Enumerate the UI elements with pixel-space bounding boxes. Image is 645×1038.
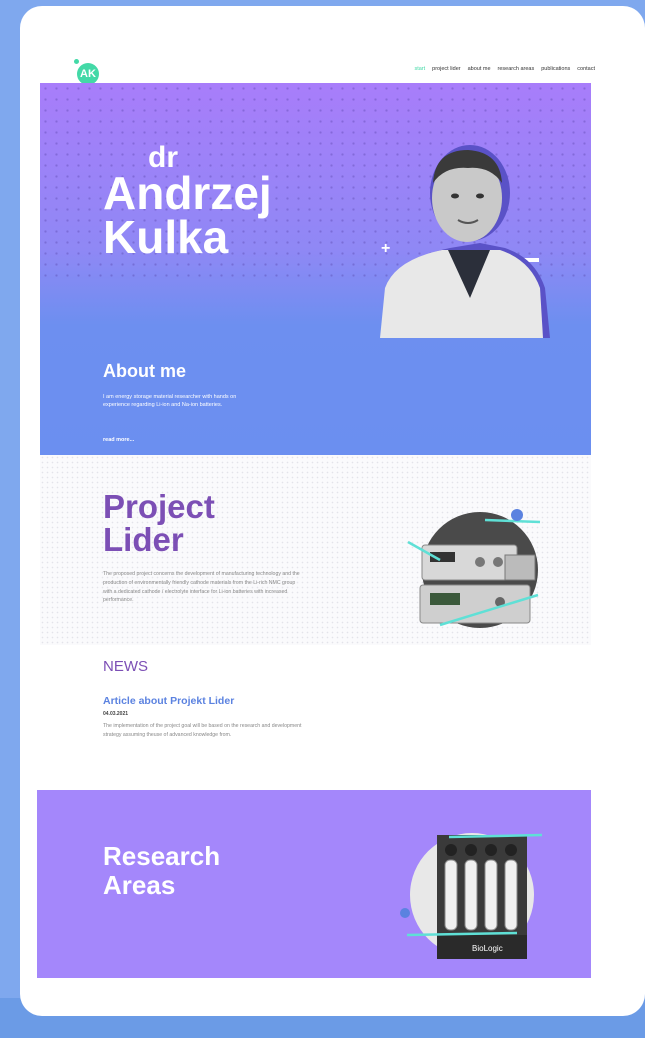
article-date: 04.03.2021 (103, 711, 129, 717)
news-title: NEWS (103, 658, 148, 675)
hero-name: Andrzej Kulka (103, 167, 272, 263)
research-section: Research Areas BioLogic (37, 790, 591, 978)
research-title: Research Areas (103, 842, 220, 900)
research-title-line1: Research (103, 841, 221, 871)
nav-about-me[interactable]: about me (468, 66, 491, 72)
portrait-photo (380, 145, 550, 338)
nav-research-areas[interactable]: research areas (498, 66, 535, 72)
nav-start[interactable]: start (414, 66, 425, 72)
main-nav: start project lider about me research ar… (414, 66, 595, 72)
battery-device-image: BioLogic (400, 833, 543, 959)
hero-first-name: Andrzej (103, 167, 272, 219)
site-logo[interactable]: AK (77, 63, 99, 85)
about-read-more-link[interactable]: read more... (103, 437, 134, 443)
nav-project-lider[interactable]: project lider (432, 66, 460, 72)
article-title-link[interactable]: Article about Projekt Lider (103, 695, 234, 707)
article-text: The implementation of the project goal w… (103, 723, 302, 738)
lab-equipment-image (407, 509, 541, 628)
research-title-line2: Areas (103, 870, 176, 900)
about-title: About me (103, 361, 186, 381)
hero-section: dr Andrzej Kulka + About me I am energy … (40, 83, 591, 455)
project-section: Project Lider The proposed project conce… (40, 455, 591, 645)
nav-publications[interactable]: publications (541, 66, 570, 72)
project-title: Project Lider (103, 490, 215, 556)
project-title-line2: Lider (103, 521, 184, 558)
about-text: I am energy storage material researcher … (103, 394, 237, 408)
logo-dot (74, 59, 79, 64)
hero-last-name: Kulka (103, 211, 229, 263)
nav-contact[interactable]: contact (577, 66, 595, 72)
device-brand-label: BioLogic (472, 944, 503, 953)
project-title-line1: Project (103, 488, 215, 525)
project-text: The proposed project concerns the develo… (103, 571, 300, 604)
